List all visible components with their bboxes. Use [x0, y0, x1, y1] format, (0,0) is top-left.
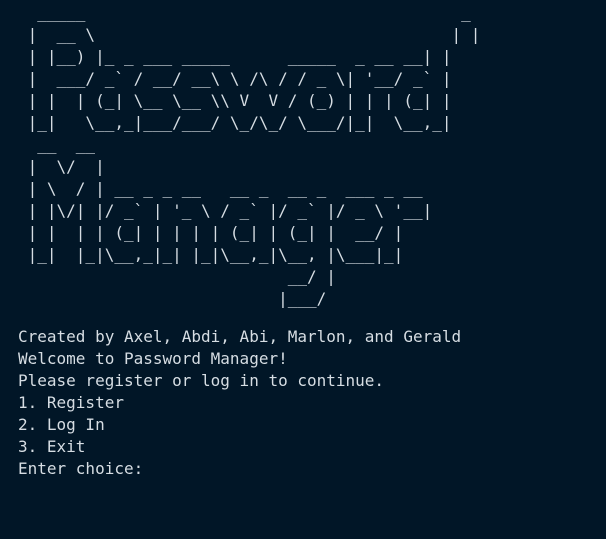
menu-option-register: 1. Register: [18, 393, 124, 412]
choice-prompt-line[interactable]: Enter choice:: [18, 458, 606, 480]
choice-prompt: Enter choice:: [18, 459, 144, 478]
welcome-line: Welcome to Password Manager!: [18, 349, 288, 368]
instruction-line: Please register or log in to continue.: [18, 371, 385, 390]
ascii-banner-password-manager: _____ _ | __ \ | | | |__) |_ _ ___ _____…: [27, 3, 481, 308]
menu-option-exit: 3. Exit: [18, 437, 86, 456]
menu-option-login: 2. Log In: [18, 415, 105, 434]
choice-input[interactable]: [143, 460, 153, 478]
terminal-window[interactable]: _____ _ | __ \ | | | |__) |_ _ ___ _____…: [0, 0, 606, 539]
terminal-output: Created by Axel, Abdi, Abi, Marlon, and …: [18, 326, 606, 480]
credits-line: Created by Axel, Abdi, Abi, Marlon, and …: [18, 327, 462, 346]
